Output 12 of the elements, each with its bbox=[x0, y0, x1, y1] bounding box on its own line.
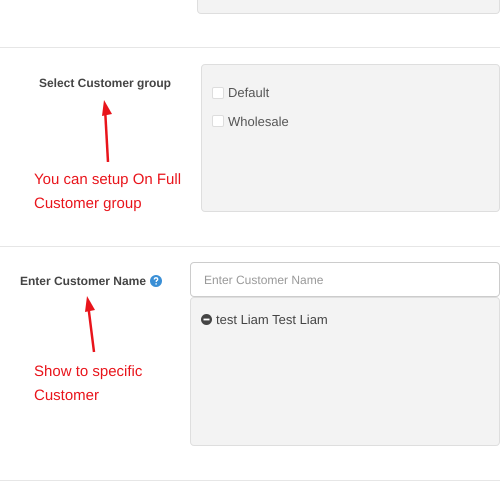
customer-tag: test Liam Test Liam bbox=[216, 310, 328, 330]
checkbox-option[interactable]: Default bbox=[212, 83, 270, 102]
annotation-note: Show to specific Customer bbox=[34, 362, 144, 406]
field-label: Select Customer group bbox=[38, 75, 172, 92]
checkbox[interactable] bbox=[212, 115, 224, 128]
field-label: Enter Customer Name bbox=[20, 273, 146, 290]
customer-name-field[interactable]: Enter Customer Name bbox=[190, 262, 500, 297]
checkbox[interactable] bbox=[212, 86, 224, 99]
remove-icon[interactable] bbox=[201, 314, 212, 326]
checkbox-option[interactable]: Wholesale bbox=[212, 112, 289, 131]
annotation-note: You can setup On Full Customer group bbox=[34, 170, 182, 214]
help-icon[interactable] bbox=[150, 275, 162, 287]
